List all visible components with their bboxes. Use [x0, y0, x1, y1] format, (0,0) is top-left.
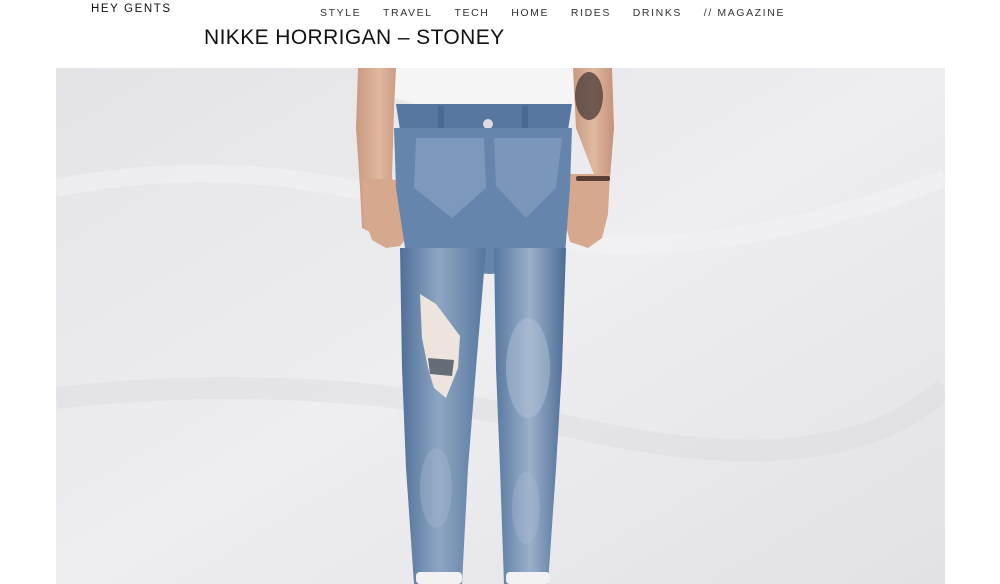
post-title: NIKKE HORRIGAN – STONEY: [204, 26, 505, 49]
nav-link-rides[interactable]: RIDES: [571, 7, 611, 19]
nav-link-home[interactable]: HOME: [511, 7, 549, 19]
nav-link-travel[interactable]: TRAVEL: [383, 7, 433, 19]
model-jeans-photo: [56, 68, 945, 584]
nav-item-home: HOME: [511, 3, 549, 21]
nav-link-tech[interactable]: TECH: [454, 7, 489, 19]
nav-link-drinks[interactable]: DRINKS: [633, 7, 682, 19]
site-logo[interactable]: HEY GENTS: [91, 3, 172, 15]
nav-item-travel: TRAVEL: [383, 3, 433, 21]
nav-item-rides: RIDES: [571, 3, 611, 21]
nav-item-tech: TECH: [454, 3, 489, 21]
nav-item-magazine: // MAGAZINE: [704, 3, 785, 21]
nav-link-magazine[interactable]: // MAGAZINE: [704, 7, 785, 19]
site-header: HEY GENTS STYLE TRAVEL TECH HOME RIDES D…: [0, 0, 1000, 20]
nav-item-drinks: DRINKS: [633, 3, 682, 21]
nav-link-style[interactable]: STYLE: [320, 7, 361, 19]
main-nav: STYLE TRAVEL TECH HOME RIDES DRINKS // M…: [320, 3, 785, 21]
nav-item-style: STYLE: [320, 3, 361, 21]
hero-image: [56, 68, 945, 584]
